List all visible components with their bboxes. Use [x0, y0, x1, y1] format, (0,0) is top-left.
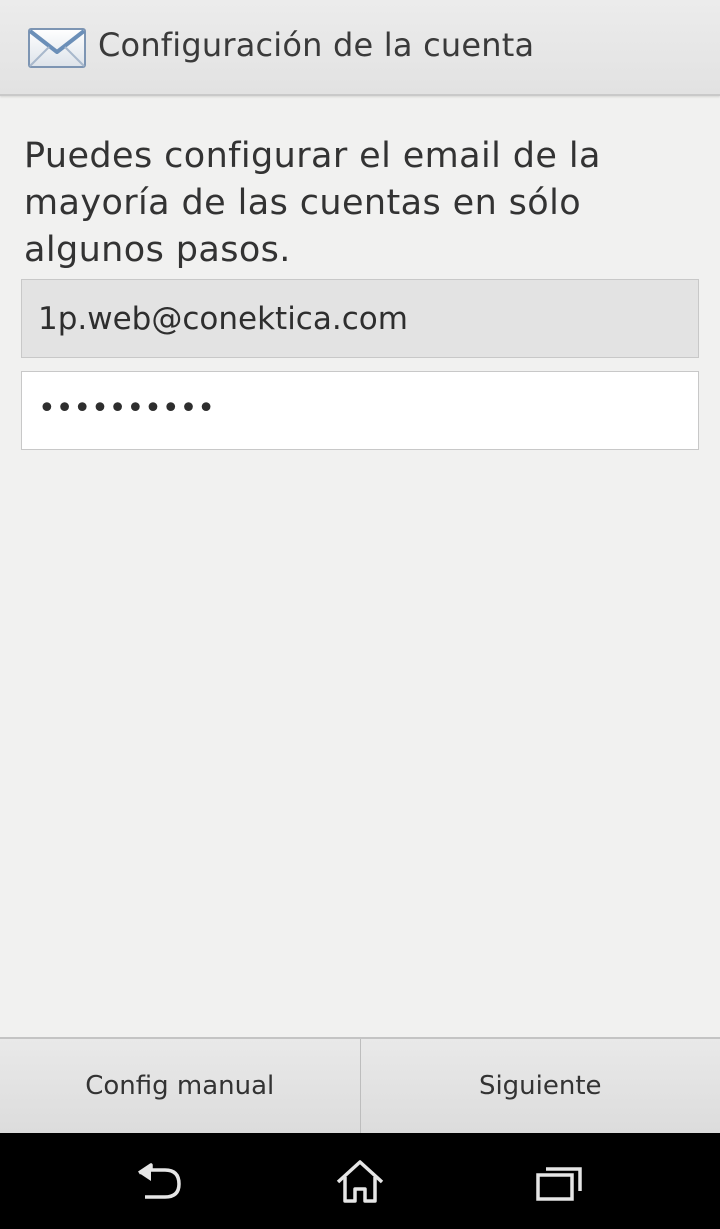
intro-text: Puedes configurar el email de la mayoría… — [24, 136, 601, 270]
recent-apps-icon[interactable] — [534, 1159, 586, 1205]
screen: Configuración de la cuenta Puedes config… — [0, 0, 720, 1229]
manual-config-button[interactable]: Config manual — [0, 1039, 360, 1133]
action-bar: Configuración de la cuenta — [0, 0, 720, 96]
next-button[interactable]: Siguiente — [361, 1039, 720, 1133]
page-title: Configuración de la cuenta — [98, 26, 535, 64]
password-value: •••••••••• — [38, 391, 215, 426]
button-bar: Config manual Siguiente — [0, 1037, 720, 1135]
home-icon[interactable] — [334, 1159, 386, 1205]
email-value: 1p.web@conektica.com — [38, 300, 408, 337]
navigation-bar — [0, 1133, 720, 1229]
back-icon[interactable] — [135, 1159, 187, 1205]
password-field[interactable]: •••••••••• — [21, 371, 699, 450]
email-field[interactable]: 1p.web@conektica.com — [21, 279, 699, 358]
mail-envelope-icon — [27, 26, 87, 70]
